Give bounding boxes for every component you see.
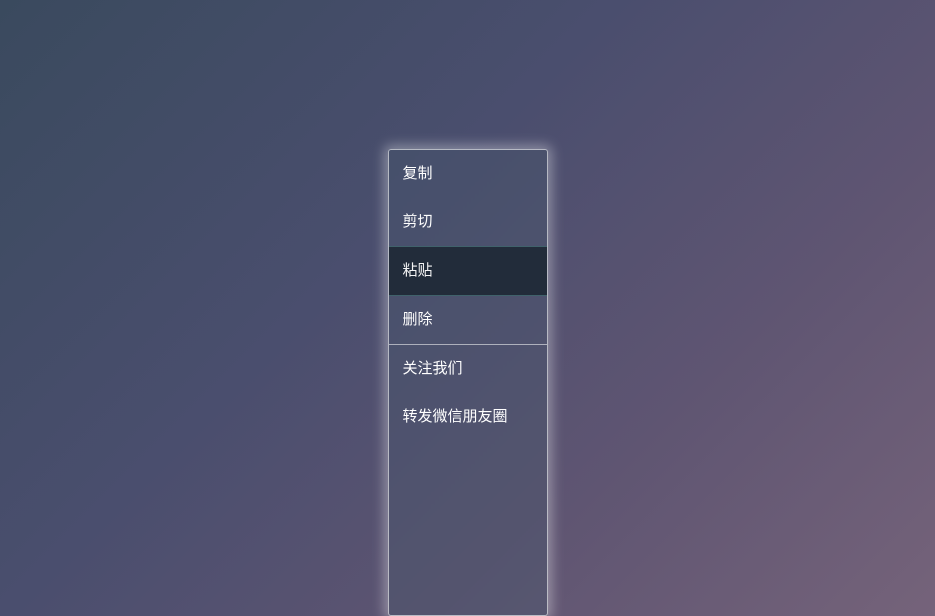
menu-item-copy[interactable]: 复制 xyxy=(389,150,547,198)
menu-item-share-wechat[interactable]: 转发微信朋友圈 xyxy=(389,393,547,441)
context-menu: 复制 剪切 粘贴 删除 关注我们 转发微信朋友圈 xyxy=(388,149,548,616)
menu-item-paste[interactable]: 粘贴 xyxy=(389,246,547,296)
menu-group-edit: 复制 剪切 粘贴 删除 xyxy=(389,150,547,345)
menu-group-social: 关注我们 转发微信朋友圈 xyxy=(389,345,547,441)
menu-item-cut[interactable]: 剪切 xyxy=(389,198,547,246)
menu-item-delete[interactable]: 删除 xyxy=(389,296,547,344)
menu-item-follow-us[interactable]: 关注我们 xyxy=(389,345,547,393)
